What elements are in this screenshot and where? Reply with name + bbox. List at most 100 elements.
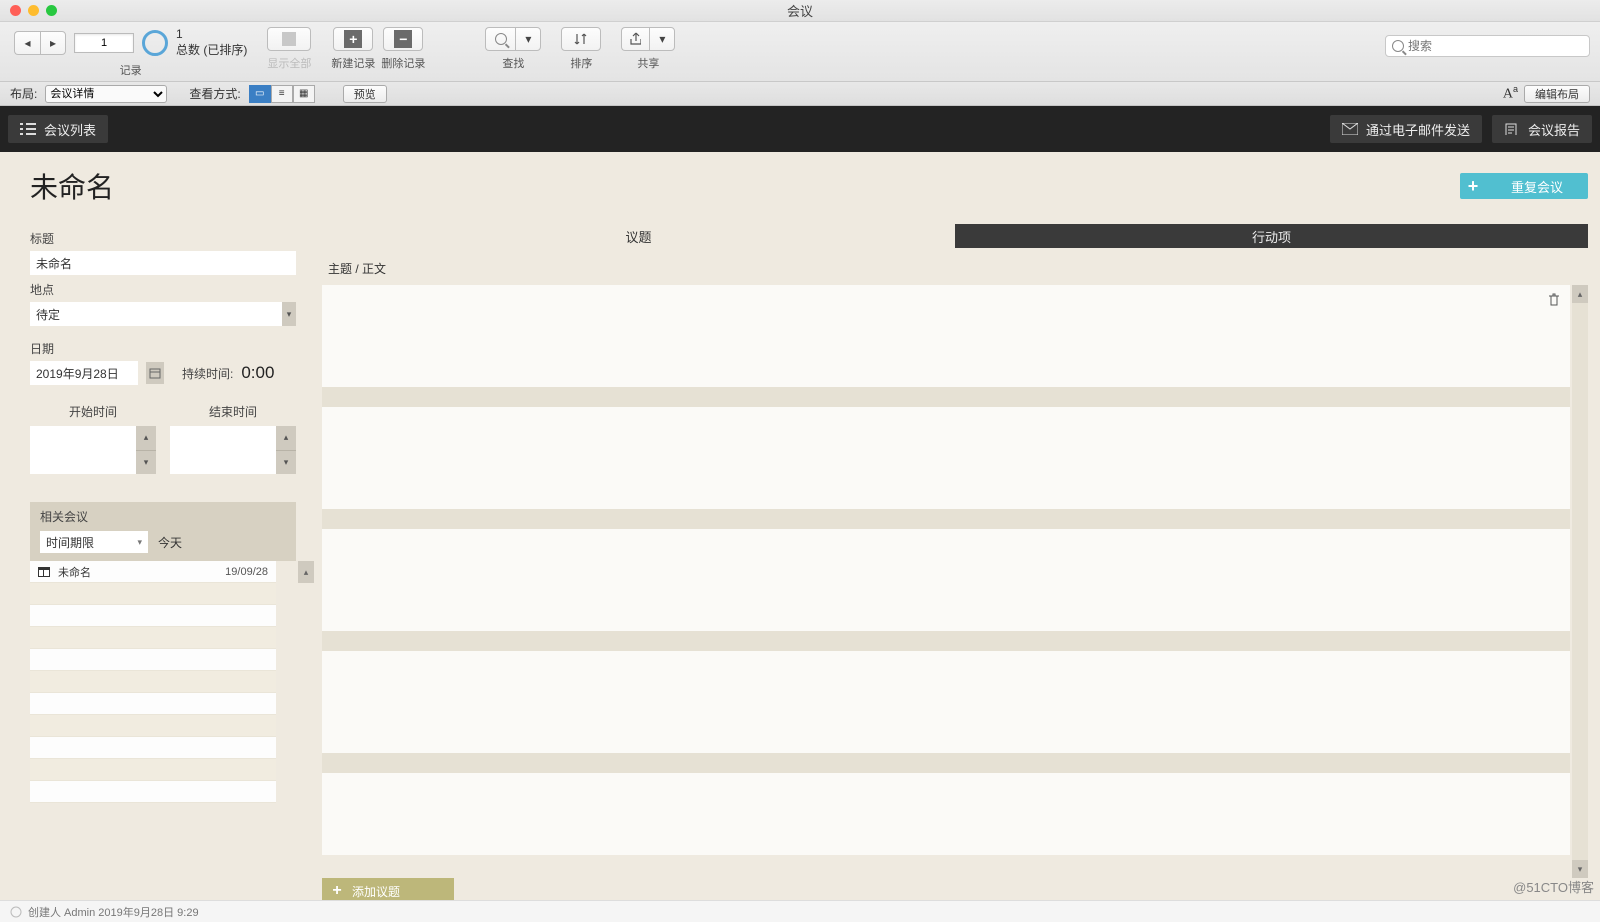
topic-row[interactable] bbox=[322, 285, 1570, 387]
records-label: 记录 bbox=[120, 62, 142, 78]
list-item bbox=[30, 759, 276, 781]
edit-layout-button[interactable]: 编辑布局 bbox=[1524, 85, 1590, 103]
related-list: ▴ 未命名 19/09/28 bbox=[30, 561, 296, 803]
layout-select[interactable]: 会议详情 bbox=[45, 85, 167, 103]
add-topic-button[interactable]: + 添加议题 bbox=[322, 878, 454, 900]
content-subheader: 主题 / 正文 bbox=[322, 248, 1588, 285]
record-pie-icon bbox=[142, 30, 168, 56]
report-icon bbox=[1504, 123, 1520, 135]
repeat-meeting-button[interactable]: + 重复会议 bbox=[1460, 173, 1588, 199]
view-table-button[interactable]: ▦ bbox=[293, 85, 315, 103]
topic-row[interactable] bbox=[322, 407, 1570, 509]
minimize-icon[interactable] bbox=[28, 5, 39, 16]
view-list-button[interactable]: ≡ bbox=[271, 85, 293, 103]
toolbar: ◂ ▸ 1 总数 (已排序) 记录 显示全部 + 新建记录 − 删除记录 ▾ 查… bbox=[0, 22, 1600, 82]
calendar-button[interactable] bbox=[146, 362, 164, 384]
right-column: 议题 行动项 主题 / 正文 bbox=[322, 224, 1588, 900]
sort-button[interactable] bbox=[561, 27, 601, 51]
date-field-label: 日期 bbox=[30, 340, 296, 357]
start-time-down-button[interactable]: ▾ bbox=[136, 451, 156, 475]
view-form-button[interactable]: ▭ bbox=[249, 85, 271, 103]
list-icon bbox=[20, 123, 36, 135]
meeting-list-label: 会议列表 bbox=[44, 120, 96, 139]
left-column: 标题 地点 ▾ 日期 持续时间: 0:00 开始时间 bbox=[30, 224, 296, 900]
record-count-text: 1 总数 (已排序) bbox=[176, 27, 247, 58]
layout-bar: 布局: 会议详情 查看方式: ▭ ≡ ▦ 预览 Aa 编辑布局 bbox=[0, 82, 1600, 106]
end-time-up-button[interactable]: ▴ bbox=[276, 426, 296, 451]
status-bar: 创建人 Admin 2019年9月28日 9:29 bbox=[0, 900, 1600, 922]
titlebar: 会议 bbox=[0, 0, 1600, 22]
list-item bbox=[30, 649, 276, 671]
end-time-input[interactable] bbox=[170, 426, 276, 474]
end-time-down-button[interactable]: ▾ bbox=[276, 451, 296, 475]
title-input[interactable] bbox=[30, 251, 296, 275]
topics-area: ▴ ▾ + 添加议题 bbox=[322, 285, 1588, 900]
topic-row[interactable] bbox=[322, 529, 1570, 631]
list-item bbox=[30, 693, 276, 715]
related-filter-select[interactable]: 时间期限 bbox=[40, 531, 148, 553]
search-input[interactable] bbox=[1408, 39, 1583, 53]
prev-record-button[interactable]: ◂ bbox=[14, 31, 40, 55]
sort-group: 排序 bbox=[561, 27, 601, 71]
new-record-group: + 新建记录 bbox=[331, 27, 375, 71]
search-box[interactable] bbox=[1385, 35, 1590, 57]
status-text: 创建人 Admin 2019年9月28日 9:29 bbox=[28, 904, 199, 920]
tab-topics[interactable]: 议题 bbox=[322, 224, 955, 248]
layout-label: 布局: bbox=[10, 85, 37, 102]
send-email-button[interactable]: 通过电子邮件发送 bbox=[1330, 115, 1482, 143]
list-item bbox=[30, 627, 276, 649]
tab-actions[interactable]: 行动项 bbox=[955, 224, 1588, 248]
window-controls bbox=[0, 5, 57, 16]
location-input[interactable] bbox=[30, 302, 282, 326]
share-label: 共享 bbox=[637, 55, 659, 71]
list-item[interactable]: 未命名 19/09/28 bbox=[30, 561, 276, 583]
start-time-input[interactable] bbox=[30, 426, 136, 474]
plus-icon: + bbox=[1460, 176, 1486, 197]
topics-scrollbar[interactable]: ▴ ▾ bbox=[1572, 285, 1588, 878]
location-dropdown-button[interactable]: ▾ bbox=[282, 302, 296, 326]
record-count: 1 bbox=[176, 27, 247, 43]
next-record-button[interactable]: ▸ bbox=[40, 31, 66, 55]
record-index-input[interactable] bbox=[74, 33, 134, 53]
related-item-name: 未命名 bbox=[58, 564, 91, 580]
show-all-group: 显示全部 bbox=[267, 27, 311, 71]
show-all-button[interactable] bbox=[267, 27, 311, 51]
delete-topic-button[interactable] bbox=[1548, 293, 1560, 307]
topic-row[interactable] bbox=[322, 773, 1570, 855]
delete-record-button[interactable]: − bbox=[383, 27, 423, 51]
minus-icon: − bbox=[394, 30, 412, 48]
preview-button[interactable]: 预览 bbox=[343, 85, 387, 103]
format-icon[interactable]: Aa bbox=[1503, 84, 1518, 103]
list-item bbox=[30, 781, 276, 803]
close-icon[interactable] bbox=[10, 5, 21, 16]
date-input[interactable] bbox=[30, 361, 138, 385]
start-time-up-button[interactable]: ▴ bbox=[136, 426, 156, 451]
repeat-meeting-label: 重复会议 bbox=[1486, 177, 1588, 196]
report-label: 会议报告 bbox=[1528, 120, 1580, 139]
maximize-icon[interactable] bbox=[46, 5, 57, 16]
window-title: 会议 bbox=[787, 1, 813, 20]
related-meetings-panel: 相关会议 时间期限 今天 ▴ 未命名 19/09/28 bbox=[30, 502, 296, 803]
share-menu-button[interactable]: ▾ bbox=[649, 27, 675, 51]
find-button[interactable] bbox=[485, 27, 515, 51]
start-time-box: 开始时间 ▴ ▾ bbox=[30, 403, 156, 474]
row-gap bbox=[322, 509, 1570, 529]
status-icon bbox=[10, 906, 22, 918]
related-header: 相关会议 bbox=[30, 502, 296, 531]
plus-icon: + bbox=[344, 30, 362, 48]
find-menu-button[interactable]: ▾ bbox=[515, 27, 541, 51]
share-icon bbox=[630, 32, 641, 46]
related-scroll-up-button[interactable]: ▴ bbox=[298, 561, 314, 583]
meeting-list-button[interactable]: 会议列表 bbox=[8, 115, 108, 143]
scroll-down-button[interactable]: ▾ bbox=[1572, 860, 1588, 878]
meeting-report-button[interactable]: 会议报告 bbox=[1492, 115, 1592, 143]
topic-row[interactable] bbox=[322, 651, 1570, 753]
scroll-up-button[interactable]: ▴ bbox=[1572, 285, 1588, 303]
end-time-label: 结束时间 bbox=[170, 403, 296, 420]
delete-record-label: 删除记录 bbox=[381, 55, 425, 71]
share-button[interactable] bbox=[621, 27, 649, 51]
record-status: 总数 (已排序) bbox=[176, 43, 247, 59]
page-title: 未命名 bbox=[30, 166, 114, 206]
calendar-icon bbox=[149, 367, 161, 379]
new-record-button[interactable]: + bbox=[333, 27, 373, 51]
